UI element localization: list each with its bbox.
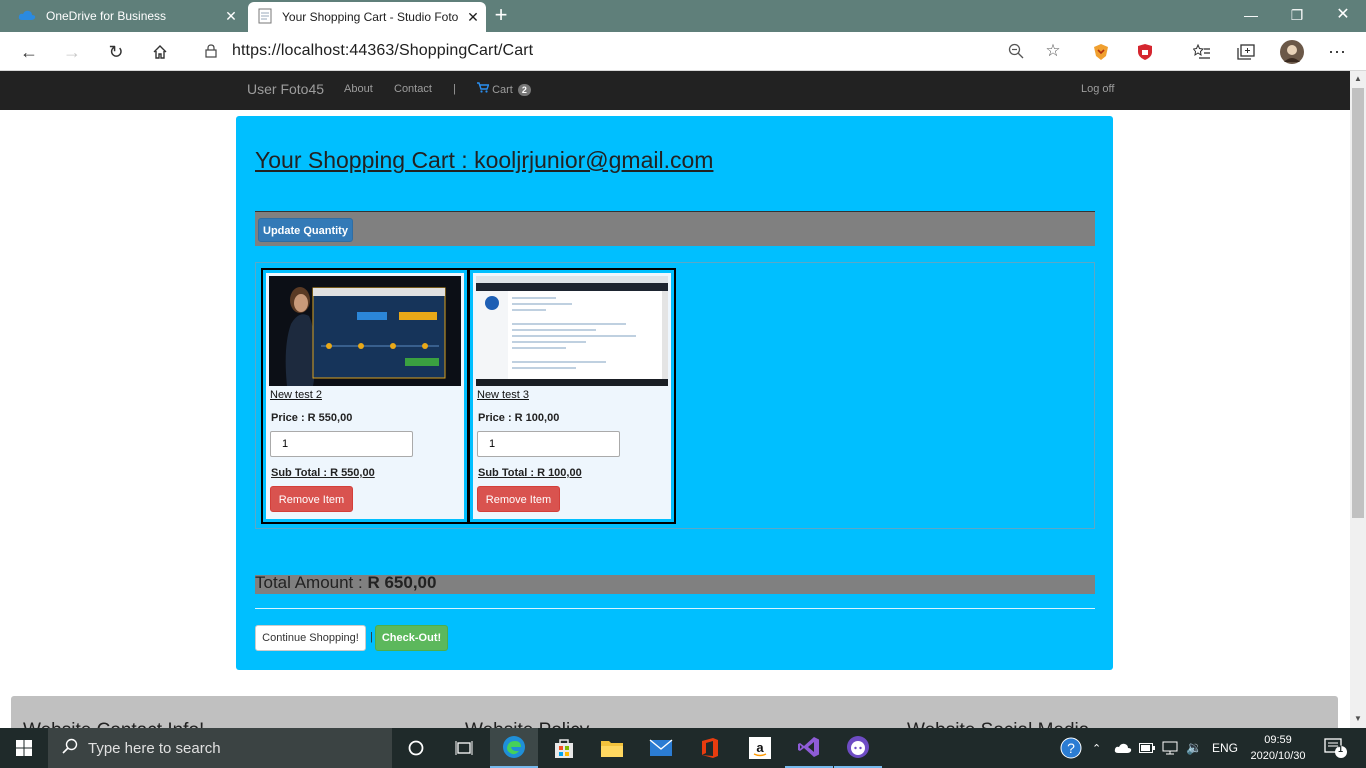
ublock-extension-icon[interactable] <box>1130 37 1160 67</box>
nav-cart[interactable]: Cart 2 <box>477 82 531 96</box>
product-subtotal: Sub Total : R 100,00 <box>478 467 582 479</box>
forward-icon[interactable]: → <box>57 37 87 67</box>
product-name-link[interactable]: New test 3 <box>477 389 529 401</box>
github-desktop-icon[interactable] <box>834 728 882 768</box>
home-icon[interactable] <box>145 37 175 67</box>
close-window-icon[interactable]: ✕ <box>1320 0 1366 32</box>
minimize-icon[interactable]: — <box>1228 0 1274 32</box>
remove-item-button[interactable]: Remove Item <box>270 486 353 512</box>
tab-title: Your Shopping Cart - Studio Foto <box>282 10 459 24</box>
volume-icon[interactable]: 🔉 <box>1186 728 1202 768</box>
tab-close-icon[interactable]: ✕ <box>460 9 486 26</box>
cart-count-badge: 2 <box>517 84 531 96</box>
quantity-input[interactable] <box>477 431 620 457</box>
tab-close-icon[interactable]: ✕ <box>218 8 244 25</box>
scroll-thumb[interactable] <box>1352 88 1364 518</box>
tab-onedrive[interactable]: OneDrive for Business ✕ <box>0 0 244 32</box>
total-value: R 650,00 <box>367 573 437 592</box>
zoom-icon[interactable] <box>1003 39 1029 63</box>
update-quantity-button[interactable]: Update Quantity <box>258 218 353 242</box>
continue-shopping-button[interactable]: Continue Shopping! <box>255 625 366 651</box>
taskbar-search[interactable]: Type here to search <box>48 728 392 768</box>
button-separator: | <box>370 631 373 643</box>
shopping-cart-panel: Your Shopping Cart : kooljrjunior@gmail.… <box>236 116 1113 670</box>
nav-contact[interactable]: Contact <box>394 83 432 95</box>
cart-items-area: New test 2 Price : R 550,00 Sub Total : … <box>255 262 1095 529</box>
browser-titlebar: OneDrive for Business ✕ Your Shopping Ca… <box>0 0 1366 32</box>
windows-start-icon[interactable] <box>0 728 48 768</box>
product-name-link[interactable]: New test 2 <box>270 389 322 401</box>
cart-label: Cart <box>492 84 513 96</box>
page-icon <box>258 8 272 27</box>
collections-icon[interactable] <box>1231 37 1261 67</box>
visual-studio-icon[interactable] <box>785 728 833 768</box>
office-icon[interactable] <box>686 728 734 768</box>
cart-item: New test 3 Price : R 100,00 Sub Total : … <box>468 268 676 524</box>
remove-item-button[interactable]: Remove Item <box>477 486 560 512</box>
site-navbar: User Foto45 About Contact | Cart 2 Log o… <box>0 71 1350 110</box>
tray-chevron-up-icon[interactable]: ⌃ <box>1092 728 1101 768</box>
clock-time: 09:59 <box>1264 734 1292 746</box>
product-price: Price : R 100,00 <box>478 412 560 424</box>
tab-shopping-cart[interactable]: Your Shopping Cart - Studio Foto ✕ <box>248 2 486 32</box>
notification-center-icon[interactable]: 1 <box>1324 728 1348 768</box>
onedrive-cloud-icon <box>18 9 36 24</box>
product-image <box>476 276 668 386</box>
search-placeholder: Type here to search <box>88 739 221 757</box>
nav-divider: | <box>453 83 456 95</box>
network-icon[interactable] <box>1162 728 1178 768</box>
store-icon[interactable] <box>540 728 588 768</box>
url-text[interactable]: https://localhost:44363/ShoppingCart/Car… <box>232 42 533 60</box>
help-icon[interactable]: ? <box>1060 728 1082 768</box>
cart-heading: Your Shopping Cart : kooljrjunior@gmail.… <box>255 147 714 173</box>
new-tab-button[interactable]: + <box>488 3 514 29</box>
browser-toolbar: ← → ↻ https://localhost:44363/ShoppingCa… <box>0 32 1366 71</box>
settings-more-icon[interactable]: ⋯ <box>1322 37 1352 67</box>
windows-taskbar: Type here to search a ? ⌃ 🔉 ENG 09:59 20… <box>0 728 1366 768</box>
favorites-list-icon[interactable] <box>1187 37 1217 67</box>
svg-text:a: a <box>756 740 764 755</box>
scroll-up-arrow-icon[interactable]: ▲ <box>1350 71 1366 87</box>
nav-about[interactable]: About <box>344 83 373 95</box>
mail-icon[interactable] <box>637 728 685 768</box>
address-bar[interactable]: https://localhost:44363/ShoppingCart/Car… <box>188 36 1074 66</box>
taskbar-clock[interactable]: 09:59 2020/10/30 <box>1245 732 1311 764</box>
cortana-icon[interactable] <box>392 728 440 768</box>
refresh-icon[interactable]: ↻ <box>101 37 131 67</box>
file-explorer-icon[interactable] <box>588 728 636 768</box>
product-subtotal: Sub Total : R 550,00 <box>271 467 375 479</box>
favorite-star-icon[interactable]: ☆ <box>1040 39 1066 63</box>
battery-icon[interactable] <box>1139 728 1155 768</box>
clock-date: 2020/10/30 <box>1250 750 1306 762</box>
notification-count: 1 <box>1338 744 1344 754</box>
checkout-button[interactable]: Check-Out! <box>375 625 448 651</box>
edge-browser-icon[interactable] <box>490 728 538 768</box>
search-icon <box>62 738 78 759</box>
back-icon[interactable]: ← <box>14 37 44 67</box>
cart-item: New test 2 Price : R 550,00 Sub Total : … <box>261 268 469 524</box>
shopping-cart-icon <box>477 82 492 96</box>
svg-text:?: ? <box>1067 740 1075 756</box>
quantity-input[interactable] <box>270 431 413 457</box>
lock-icon[interactable] <box>198 39 224 63</box>
site-brand[interactable]: User Foto45 <box>247 81 324 97</box>
task-view-icon[interactable] <box>440 728 488 768</box>
total-amount-bar: Total Amount : R 650,00 <box>255 573 1095 594</box>
product-image <box>269 276 461 386</box>
divider <box>255 608 1095 609</box>
amazon-icon[interactable]: a <box>736 728 784 768</box>
nav-logoff[interactable]: Log off <box>1081 83 1114 95</box>
tab-title: OneDrive for Business <box>46 9 167 23</box>
scroll-down-arrow-icon[interactable]: ▼ <box>1350 711 1366 727</box>
product-price: Price : R 550,00 <box>271 412 353 424</box>
profile-avatar[interactable] <box>1277 37 1307 67</box>
language-indicator[interactable]: ENG <box>1212 728 1238 768</box>
brave-extension-icon[interactable] <box>1086 37 1116 67</box>
update-quantity-bar: Update Quantity <box>255 211 1095 246</box>
total-label: Total Amount : <box>255 573 363 592</box>
restore-icon[interactable]: ❐ <box>1274 0 1320 32</box>
total-amount: Total Amount : R 650,00 <box>255 573 436 593</box>
onedrive-tray-icon[interactable] <box>1114 728 1132 768</box>
